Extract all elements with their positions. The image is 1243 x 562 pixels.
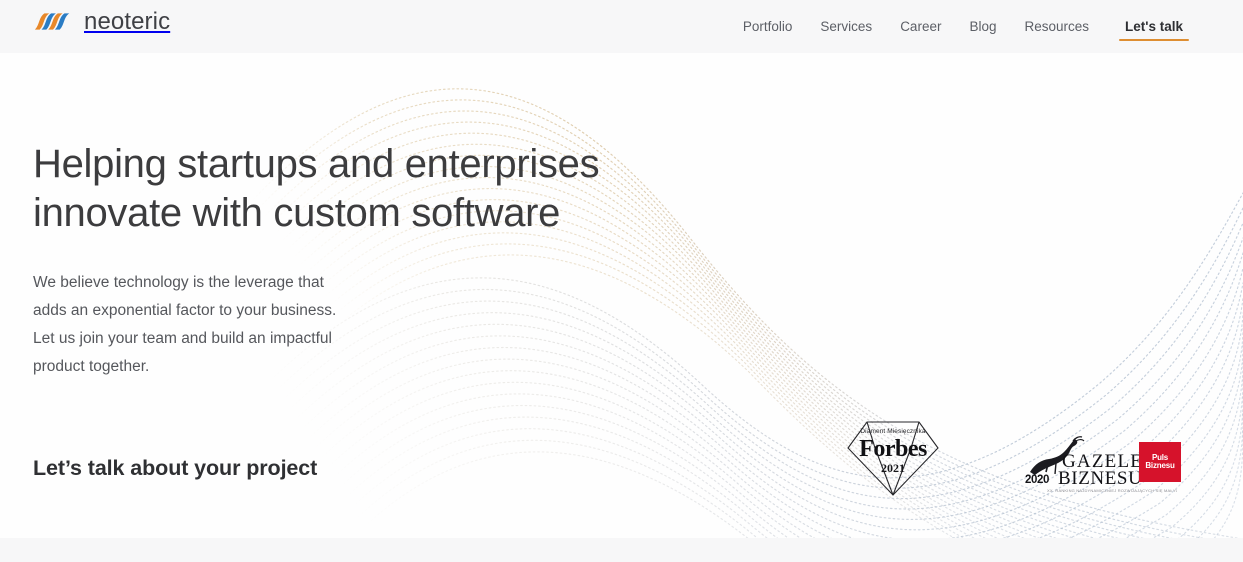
gazele-biznesu-badge: 2020 GAZELE BIZNESU XX. RANKING NAJDYNAM… <box>1025 436 1183 498</box>
primary-nav: Portfolio Services Career Blog Resources… <box>729 0 1195 53</box>
neoteric-n-mark-icon <box>34 13 70 30</box>
nav-item-resources[interactable]: Resources <box>1010 0 1103 53</box>
forbes-top-label: Diament Miesięcznika <box>860 428 926 435</box>
gazele-fine-print: XX. RANKING NAJDYNAMICZNIEJ ROZWIJAJĄCYC… <box>1047 488 1177 493</box>
forbes-year: 2021 <box>881 461 905 475</box>
hero-subcopy: We believe technology is the leverage th… <box>33 274 337 375</box>
gazele-word-line2: BIZNESU <box>1058 468 1143 489</box>
hero-section: Helping startups and enterprises innovat… <box>33 140 600 381</box>
nav-cta-underline <box>1119 39 1189 41</box>
nav-item-career[interactable]: Career <box>886 0 955 53</box>
brand-wordmark: neoteric <box>84 8 171 35</box>
forbes-name: Forbes <box>859 436 927 462</box>
gazele-year: 2020 <box>1025 474 1049 486</box>
brand-logo[interactable]: neoteric <box>33 8 171 35</box>
page-title: Helping startups and enterprises innovat… <box>33 142 600 235</box>
nav-item-lets-talk[interactable]: Let's talk <box>1119 0 1189 53</box>
site-header: neoteric Portfolio Services Career Blog … <box>0 0 1243 53</box>
page-bottom-band <box>0 538 1243 562</box>
hero-cta-link[interactable]: Let’s talk about your project <box>33 456 317 490</box>
nav-cta-label: Let's talk <box>1125 19 1183 34</box>
puls-biznesu-logo: Puls Biznesu <box>1139 442 1181 482</box>
hero-cta-label: Let’s talk about your project <box>33 456 318 480</box>
page-root: neoteric Portfolio Services Career Blog … <box>0 0 1243 562</box>
nav-item-services[interactable]: Services <box>806 0 886 53</box>
forbes-diamond-badge: Diament Miesięcznika Forbes 2021 <box>845 418 941 498</box>
nav-item-portfolio[interactable]: Portfolio <box>729 0 807 53</box>
puls-biznesu-label: Puls Biznesu <box>1145 452 1175 470</box>
nav-item-blog[interactable]: Blog <box>955 0 1010 53</box>
award-badges: Diament Miesięcznika Forbes 2021 2020 GA… <box>845 418 1183 498</box>
